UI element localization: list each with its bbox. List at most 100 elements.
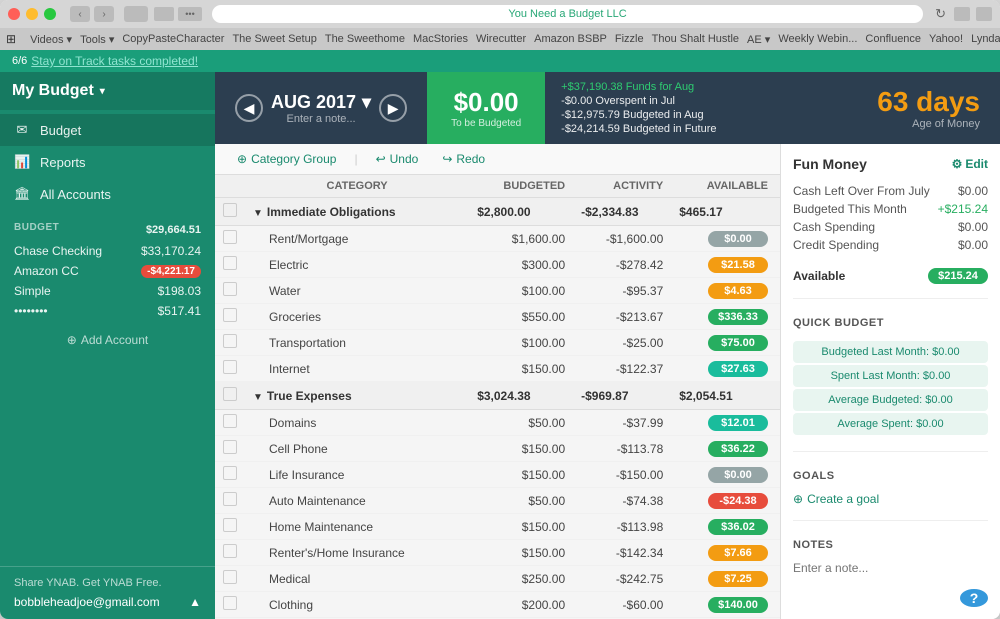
more-button[interactable]: ••• [178, 7, 202, 21]
to-budget-amount: $0.00 [454, 87, 519, 118]
apps-icon[interactable]: ⊞ [6, 32, 16, 46]
quick-budget-1[interactable]: Spent Last Month: $0.00 [793, 365, 988, 387]
table-row[interactable]: Domains $50.00 -$37.99 $12.01 [215, 410, 780, 436]
group-row-0[interactable]: ▼Immediate Obligations $2,800.00 -$2,334… [215, 198, 780, 226]
share-icon[interactable] [954, 7, 970, 21]
back-button[interactable]: ‹ [70, 6, 90, 22]
account-amazon[interactable]: Amazon CC -$4,221.17 [14, 261, 201, 281]
group-budgeted-0: $2,800.00 [469, 198, 573, 226]
bookmark-weekly[interactable]: Weekly Webin... [778, 33, 857, 45]
url-bar[interactable]: You Need a Budget LLC [212, 5, 923, 23]
prev-month-button[interactable]: ◀ [235, 94, 263, 122]
item-budgeted: $150.00 [469, 514, 573, 540]
sidebar-item-reports[interactable]: 📊 Reports [0, 146, 215, 178]
bookmark-amazon[interactable]: Amazon BSBP [534, 33, 607, 45]
group-row-1[interactable]: ▼True Expenses $3,024.38 -$969.87 $2,054… [215, 382, 780, 410]
group-name-1: ▼True Expenses [245, 382, 469, 410]
item-check [215, 356, 245, 382]
table-row[interactable]: Groceries $550.00 -$213.67 $336.33 [215, 304, 780, 330]
item-budgeted: $150.00 [469, 462, 573, 488]
minimize-button[interactable] [26, 8, 38, 20]
bookmark-macstories[interactable]: MacStories [413, 33, 468, 45]
help-button[interactable]: ? [960, 589, 988, 607]
bookmark-ae[interactable]: AE ▾ [747, 33, 770, 46]
category-group-button[interactable]: ⊕ Category Group [231, 150, 342, 168]
add-account-button[interactable]: ⊕ Add Account [0, 325, 215, 355]
bookmark-sweetsetup[interactable]: The Sweet Setup [232, 33, 316, 45]
next-month-button[interactable]: ▶ [379, 94, 407, 122]
bookmark-yahoo[interactable]: Yahoo! [929, 33, 963, 45]
item-activity: -$113.98 [573, 514, 671, 540]
refresh-button[interactable]: ↻ [935, 6, 946, 22]
bookmark-fizzle[interactable]: Fizzle [615, 33, 644, 45]
close-button[interactable] [8, 8, 20, 20]
bookmark-wirecutter[interactable]: Wirecutter [476, 33, 526, 45]
table-row[interactable]: Cell Phone $150.00 -$113.78 $36.22 [215, 436, 780, 462]
accounts-icon: 🏛 [14, 186, 30, 202]
undo-button[interactable]: ↩ Undo [370, 150, 425, 168]
stat-overspent: -$0.00 Overspent in Jul [561, 95, 841, 107]
table-row[interactable]: Transportation $100.00 -$25.00 $75.00 [215, 330, 780, 356]
create-goal-button[interactable]: ⊕ Create a goal [793, 492, 988, 506]
item-check [215, 410, 245, 436]
gear-icon: ⚙ [952, 157, 963, 171]
bookmark-confluence[interactable]: Confluence [865, 33, 921, 45]
month-info: AUG 2017 ▾ Enter a note... [271, 92, 371, 125]
bookmark-icon[interactable] [976, 7, 992, 21]
sidebar-item-budget[interactable]: ✉ Budget [0, 114, 215, 146]
notes-input[interactable] [793, 561, 988, 579]
item-name: Domains [245, 410, 469, 436]
budget-title[interactable]: My Budget ▾ [12, 82, 203, 100]
notif-link[interactable]: Stay on Track tasks completed! [31, 54, 198, 68]
maximize-button[interactable] [44, 8, 56, 20]
budget-header: ◀ AUG 2017 ▾ Enter a note... ▶ $0.00 To … [215, 72, 1000, 144]
window-widget [154, 7, 174, 21]
month-note[interactable]: Enter a note... [271, 113, 371, 125]
table-row[interactable]: Clothing $200.00 -$60.00 $140.00 [215, 592, 780, 618]
col-category-header: CATEGORY [245, 175, 469, 198]
quick-budget-3[interactable]: Average Spent: $0.00 [793, 413, 988, 435]
bookmark-lynda[interactable]: Lynda [971, 33, 1000, 45]
quick-budget-2[interactable]: Average Budgeted: $0.00 [793, 389, 988, 411]
age-days: 63 days [877, 86, 980, 118]
bookmark-videos[interactable]: Videos ▾ [30, 33, 72, 46]
plus-circle-icon: ⊕ [237, 152, 247, 166]
sidebar-item-all-accounts[interactable]: 🏛 All Accounts [0, 178, 215, 210]
month-label[interactable]: AUG 2017 ▾ [271, 92, 371, 113]
item-name: Clothing [245, 592, 469, 618]
forward-button[interactable]: › [94, 6, 114, 22]
account-chase[interactable]: Chase Checking $33,170.24 [14, 241, 201, 261]
toolbar-sep-1: | [354, 152, 357, 166]
redo-button[interactable]: ↪ Redo [436, 150, 491, 168]
bookmark-copypaste[interactable]: CopyPasteCharacter [122, 33, 224, 45]
item-activity: -$60.00 [573, 592, 671, 618]
bookmark-sweethome[interactable]: The Sweethome [325, 33, 405, 45]
budget-table: CATEGORY BUDGETED ACTIVITY AVAILABLE ▼Im… [215, 175, 780, 619]
account-masked[interactable]: •••••••• $517.41 [14, 301, 201, 321]
panel-row-3-label: Credit Spending [793, 238, 879, 252]
panel-edit-button[interactable]: ⚙ Edit [952, 157, 988, 171]
table-row[interactable]: Water $100.00 -$95.37 $4.63 [215, 278, 780, 304]
table-row[interactable]: Electric $300.00 -$278.42 $21.58 [215, 252, 780, 278]
accounts-section-label: BUDGET [14, 222, 59, 233]
quick-budget-0[interactable]: Budgeted Last Month: $0.00 [793, 341, 988, 363]
table-row[interactable]: Medical $250.00 -$242.75 $7.25 [215, 566, 780, 592]
bookmark-tools[interactable]: Tools ▾ [80, 33, 114, 46]
table-row[interactable]: Renter's/Home Insurance $150.00 -$142.34… [215, 540, 780, 566]
url-text: You Need a Budget LLC [508, 8, 626, 20]
panel-rows: Cash Left Over From July $0.00 Budgeted … [793, 182, 988, 254]
chevron-up-icon[interactable]: ▲ [189, 595, 201, 609]
table-row[interactable]: Rent/Mortgage $1,600.00 -$1,600.00 $0.00 [215, 226, 780, 252]
table-row[interactable]: Auto Maintenance $50.00 -$74.38 -$24.38 [215, 488, 780, 514]
item-name: Cell Phone [245, 436, 469, 462]
bookmark-hustle[interactable]: Thou Shalt Hustle [652, 33, 739, 45]
table-row[interactable]: Internet $150.00 -$122.37 $27.63 [215, 356, 780, 382]
table-row[interactable]: Home Maintenance $150.00 -$113.98 $36.02 [215, 514, 780, 540]
account-simple[interactable]: Simple $198.03 [14, 281, 201, 301]
item-available: $336.33 [671, 304, 780, 330]
item-activity: -$1,600.00 [573, 226, 671, 252]
item-activity: -$113.78 [573, 436, 671, 462]
account-simple-name: Simple [14, 284, 51, 298]
table-row[interactable]: Life Insurance $150.00 -$150.00 $0.00 [215, 462, 780, 488]
reports-icon: 📊 [14, 154, 30, 170]
